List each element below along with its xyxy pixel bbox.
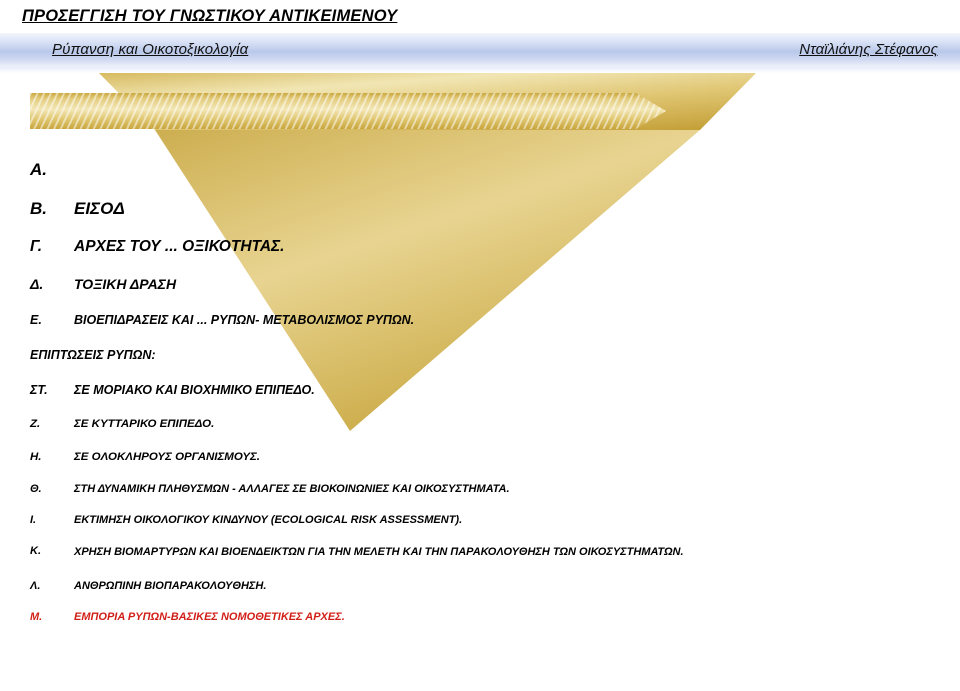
outline-text: ΤΟΞΙΚΗ ΔΡΑΣΗ	[74, 276, 177, 292]
outline-item-theta: Θ. ΣΤΗ ΔΥΝΑΜΙΚΗ ΠΛΗΘΥΣΜΩΝ - ΑΛΛΑΓΕΣ ΣΕ Β…	[30, 476, 930, 503]
outline-marker: Ε.	[30, 313, 42, 327]
outline-text: ΕΙΣΟΔ	[74, 199, 125, 218]
outline-item-d: Δ. ΤΟΞΙΚΗ ΔΡΑΣΗ	[30, 268, 930, 301]
outline-text: ΣΕ ΜΟΡΙΑΚΟ ΚΑΙ ΒΙΟΧΗΜΙΚΟ ΕΠΙΠΕΔΟ.	[74, 383, 315, 397]
outline-marker: Μ.	[30, 611, 43, 623]
outline-text: ΑΡΧΕΣ ΤΟΥ ... ΟΞΙΚΟΤΗΤΑΣ.	[74, 238, 285, 255]
header-course-title: Ρύπανση και Οικοτοξικολογία	[52, 41, 249, 58]
outline-marker: Λ.	[30, 580, 41, 592]
outline-marker: Γ.	[30, 238, 43, 255]
outline-marker: Α.	[30, 160, 47, 179]
presentation-slide: Α. Β. ΕΙΣΟΔ Γ. ΑΡΧΕΣ ΤΟΥ ... ΟΞΙΚΟΤΗΤΑΣ.…	[0, 0, 960, 691]
outline-section-heading: ΕΠΙΠΤΩΣΕΙΣ ΡΥΠΩΝ:	[30, 348, 156, 362]
outline-item-mu: Μ. ΕΜΠΟΡΙΑ ΡΥΠΩΝ-ΒΑΣΙΚΕΣ ΝΟΜΟΘΕΤΙΚΕΣ ΑΡΧ…	[30, 604, 930, 631]
outline-text: ΒΙΟΕΠΙΔΡΑΣΕΙΣ ΚΑΙ ... ΡΥΠΩΝ- ΜΕΤΑΒΟΛΙΣΜΟ…	[74, 313, 415, 327]
outline-item-i: Η. ΣΕ ΟΛΟΚΛΗΡΟΥΣ ΟΡΓΑΝΙΣΜΟΥΣ.	[30, 443, 930, 472]
outline-marker: Ι.	[30, 514, 37, 526]
header-author-name: Νταϊλιάνης Στέφανος	[799, 41, 938, 58]
outline-marker: Β.	[30, 199, 47, 218]
outline-text: ΣΕ ΚΥΤΤΑΡΙΚΟ ΕΠΙΠΕΔΟ.	[74, 418, 215, 430]
outline-item-a: Α.	[30, 152, 930, 187]
outline-item-kappa: Κ. ΧΡΗΣΗ ΒΙΟΜΑΡΤΥΡΩΝ ΚΑΙ ΒΙΟΕΝΔΕΙΚΤΩΝ ΓΙ…	[30, 538, 930, 565]
outline-marker: Ζ.	[30, 418, 41, 430]
outline-marker: Θ.	[30, 483, 42, 495]
outline-marker: Κ.	[30, 545, 41, 557]
outline-item-st: ΣΤ. ΣΕ ΜΟΡΙΑΚΟ ΚΑΙ ΒΙΟΧΗΜΙΚΟ ΕΠΙΠΕΔΟ.	[30, 375, 930, 406]
outline-text: ΧΡΗΣΗ ΒΙΟΜΑΡΤΥΡΩΝ ΚΑΙ ΒΙΟΕΝΔΕΙΚΤΩΝ ΓΙΑ Τ…	[74, 546, 684, 558]
title-banner-hatch	[30, 93, 666, 129]
outline-text: ΑΝΘΡΩΠΙΝΗ ΒΙΟΠΑΡΑΚΟΛΟΥΘΗΣΗ.	[74, 580, 267, 592]
outline-marker: Η.	[30, 451, 42, 463]
outline-item-b: Β. ΕΙΣΟΔ	[30, 191, 930, 226]
outline-item-z: Ζ. ΣΕ ΚΥΤΤΑΡΙΚΟ ΕΠΙΠΕΔΟ.	[30, 410, 930, 439]
outline-item-e: Ε. ΒΙΟΕΠΙΔΡΑΣΕΙΣ ΚΑΙ ... ΡΥΠΩΝ- ΜΕΤΑΒΟΛΙ…	[30, 305, 930, 336]
title-banner	[30, 93, 666, 129]
outline-list: Α. Β. ΕΙΣΟΔ Γ. ΑΡΧΕΣ ΤΟΥ ... ΟΞΙΚΟΤΗΤΑΣ.…	[30, 152, 930, 635]
outline-item-iota: Ι. ΕΚΤΙΜΗΣΗ ΟΙΚΟΛΟΓΙΚΟΥ ΚΙΝΔΥΝΟΥ (ECOLOG…	[30, 507, 930, 534]
page-title: ΠΡΟΣΕΓΓΙΣΗ ΤΟΥ ΓΝΩΣΤΙΚΟΥ ΑΝΤΙΚΕΙΜΕΝΟΥ	[22, 7, 398, 25]
outline-text: ΕΚΤΙΜΗΣΗ ΟΙΚΟΛΟΓΙΚΟΥ ΚΙΝΔΥΝΟΥ (ECOLOGICA…	[74, 514, 463, 526]
outline-item-c: Γ. ΑΡΧΕΣ ΤΟΥ ... ΟΞΙΚΟΤΗΤΑΣ.	[30, 230, 930, 264]
outline-marker: Δ.	[30, 276, 44, 292]
outline-text: ΣΕ ΟΛΟΚΛΗΡΟΥΣ ΟΡΓΑΝΙΣΜΟΥΣ.	[74, 451, 261, 463]
outline-text: ΕΜΠΟΡΙΑ ΡΥΠΩΝ-ΒΑΣΙΚΕΣ ΝΟΜΟΘΕΤΙΚΕΣ ΑΡΧΕΣ.	[74, 611, 345, 623]
outline-text: ΣΤΗ ΔΥΝΑΜΙΚΗ ΠΛΗΘΥΣΜΩΝ - ΑΛΛΑΓΕΣ ΣΕ ΒΙΟΚ…	[74, 483, 510, 495]
outline-marker: ΣΤ.	[30, 383, 48, 397]
outline-item-lambda: Λ. ΑΝΘΡΩΠΙΝΗ ΒΙΟΠΑΡΑΚΟΛΟΥΘΗΣΗ.	[30, 573, 930, 600]
